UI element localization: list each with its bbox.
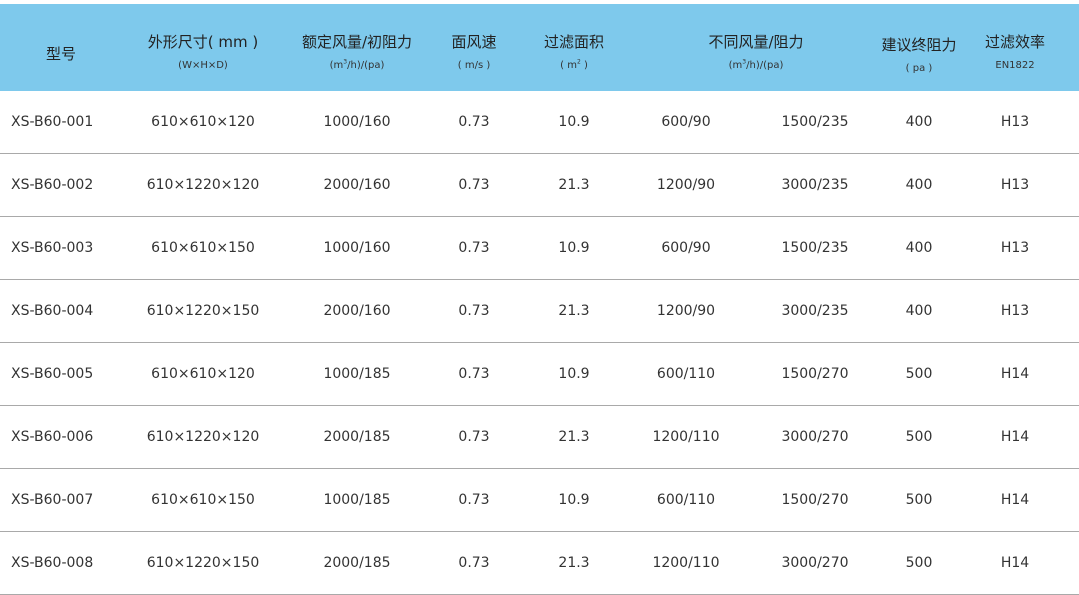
cell-size: 610×610×120 (151, 366, 255, 382)
table-row: XS-B60-003 610×610×150 1000/160 0.73 10.9 600… (0, 217, 1079, 280)
cell-flow-low: 1200/90 (656, 303, 716, 319)
cell-size: 610×1220×150 (146, 303, 260, 319)
cell-final: 500 (905, 429, 933, 445)
cell-velocity: 0.73 (458, 240, 490, 256)
cell-rated: 1000/185 (323, 492, 391, 508)
cell-area: 10.9 (558, 492, 590, 508)
cell-area: 21.3 (558, 177, 590, 193)
header-model: 型号 (45, 45, 77, 63)
header-final: 建议终阻力 (881, 36, 957, 54)
cell-efficiency: H14 (1000, 492, 1030, 508)
cell-size: 610×1220×150 (146, 555, 260, 571)
cell-flow-high: 1500/270 (781, 366, 849, 382)
cell-final: 400 (905, 114, 933, 130)
header-area: 过滤面积 (543, 33, 605, 51)
table-row: XS-B60-001 610×610×120 1000/160 0.73 10.9 600… (0, 91, 1079, 154)
cell-efficiency: H13 (1000, 114, 1030, 130)
cell-size: 610×610×120 (151, 114, 255, 130)
cell-flow-high: 3000/235 (781, 177, 849, 193)
cell-final: 400 (905, 177, 933, 193)
cell-flow-high: 1500/270 (781, 492, 849, 508)
cell-flow-high: 3000/235 (781, 303, 849, 319)
cell-velocity: 0.73 (458, 429, 490, 445)
cell-flow-low: 600/90 (661, 240, 711, 256)
cell-model: XS-B60-007 (11, 492, 94, 508)
cell-final: 400 (905, 240, 933, 256)
cell-final: 400 (905, 303, 933, 319)
cell-model: XS-B60-001 (11, 114, 94, 130)
table-header: 型号 外形尺寸( mm ) (W×H×D) 额定风量/初阻力 (m3/h)/(p… (0, 4, 1079, 91)
cell-model: XS-B60-004 (11, 303, 94, 319)
cell-size: 610×610×150 (151, 240, 255, 256)
header-velocity-unit: ( m/s ) (457, 60, 491, 71)
cell-size: 610×610×150 (151, 492, 255, 508)
header-velocity: 面风速 (451, 33, 497, 51)
cell-efficiency: H13 (1000, 240, 1030, 256)
cell-flow-low: 1200/90 (656, 177, 716, 193)
header-size: 外形尺寸( mm ) (147, 33, 259, 51)
header-diff-unit: (m3/h)/(pa) (728, 58, 784, 71)
cell-velocity: 0.73 (458, 303, 490, 319)
cell-model: XS-B60-008 (11, 555, 94, 571)
cell-flow-high: 1500/235 (781, 240, 849, 256)
cell-rated: 1000/160 (323, 240, 391, 256)
header-diff: 不同风量/阻力 (708, 33, 804, 51)
cell-flow-high: 3000/270 (781, 555, 849, 571)
cell-final: 500 (905, 555, 933, 571)
table-row: XS-B60-006 610×1220×120 2000/185 0.73 21.3 12… (0, 406, 1079, 469)
cell-velocity: 0.73 (458, 492, 490, 508)
cell-rated: 2000/160 (323, 177, 391, 193)
table-row: XS-B60-004 610×1220×150 2000/160 0.73 21.3 12… (0, 280, 1079, 343)
spec-table: 型号 外形尺寸( mm ) (W×H×D) 额定风量/初阻力 (m3/h)/(p… (0, 0, 1079, 595)
cell-velocity: 0.73 (458, 177, 490, 193)
cell-rated: 2000/185 (323, 555, 391, 571)
cell-model: XS-B60-002 (11, 177, 94, 193)
cell-velocity: 0.73 (458, 555, 490, 571)
cell-velocity: 0.73 (458, 366, 490, 382)
cell-size: 610×1220×120 (146, 177, 260, 193)
cell-area: 10.9 (558, 240, 590, 256)
table-row: XS-B60-007 610×610×150 1000/185 0.73 10.9 600… (0, 469, 1079, 532)
header-area-unit: ( m2 ) (560, 58, 588, 71)
cell-area: 10.9 (558, 114, 590, 130)
cell-efficiency: H13 (1000, 303, 1030, 319)
cell-flow-low: 1200/110 (652, 429, 720, 445)
cell-efficiency: H13 (1000, 177, 1030, 193)
cell-efficiency: H14 (1000, 429, 1030, 445)
cell-flow-low: 600/110 (656, 366, 716, 382)
table-row: XS-B60-008 610×1220×150 2000/185 0.73 21.3 12… (0, 532, 1079, 595)
table-row: XS-B60-002 610×1220×120 2000/160 0.73 21.3 12… (0, 154, 1079, 217)
header-rated-unit: (m3/h)/(pa) (329, 58, 385, 71)
cell-flow-low: 1200/110 (652, 555, 720, 571)
cell-final: 500 (905, 492, 933, 508)
cell-model: XS-B60-006 (11, 429, 94, 445)
header-rated: 额定风量/初阻力 (301, 33, 413, 51)
cell-model: XS-B60-003 (11, 240, 94, 256)
cell-area: 21.3 (558, 555, 590, 571)
cell-area: 21.3 (558, 303, 590, 319)
header-eff-unit: EN1822 (995, 60, 1035, 71)
cell-flow-high: 1500/235 (781, 114, 849, 130)
cell-efficiency: H14 (1000, 555, 1030, 571)
cell-rated: 2000/160 (323, 303, 391, 319)
cell-model: XS-B60-005 (11, 366, 94, 382)
header-final-unit: ( pa ) (905, 63, 933, 74)
cell-rated: 2000/185 (323, 429, 391, 445)
cell-flow-high: 3000/270 (781, 429, 849, 445)
cell-rated: 1000/160 (323, 114, 391, 130)
cell-rated: 1000/185 (323, 366, 391, 382)
cell-efficiency: H14 (1000, 366, 1030, 382)
cell-area: 10.9 (558, 366, 590, 382)
cell-flow-low: 600/90 (661, 114, 711, 130)
cell-flow-low: 600/110 (656, 492, 716, 508)
cell-velocity: 0.73 (458, 114, 490, 130)
cell-final: 500 (905, 366, 933, 382)
cell-area: 21.3 (558, 429, 590, 445)
header-size-unit: (W×H×D) (178, 60, 228, 71)
table-row: XS-B60-005 610×610×120 1000/185 0.73 10.9 600… (0, 343, 1079, 406)
header-eff: 过滤效率 (984, 33, 1046, 51)
cell-size: 610×1220×120 (146, 429, 260, 445)
